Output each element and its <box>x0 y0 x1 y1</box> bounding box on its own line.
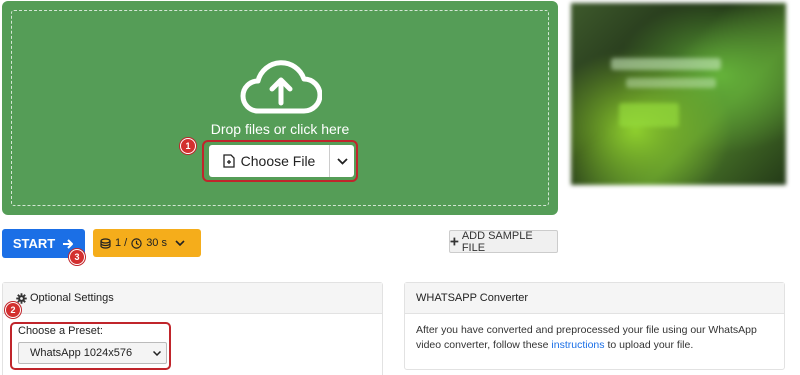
step-badge-2: 2 <box>5 302 21 318</box>
duration-limit-value: 30 s <box>146 237 167 249</box>
add-sample-file-label: ADD SAMPLE FILE <box>461 229 533 254</box>
cloud-upload-icon <box>240 60 322 114</box>
instructions-link[interactable]: instructions <box>551 339 604 351</box>
preview-blur-shape <box>626 78 716 88</box>
preset-highlight <box>10 322 171 370</box>
converter-info-header: WHATSAPP Converter <box>405 283 784 314</box>
gear-icon <box>16 292 27 304</box>
add-sample-file-button[interactable]: ADD SAMPLE FILE <box>449 229 558 254</box>
optional-settings-header[interactable]: Optional Settings <box>3 283 382 314</box>
preview-thumbnail <box>571 3 786 185</box>
preview-blur-shape <box>619 103 679 127</box>
converter-title: WHATSAPP Converter <box>416 292 529 304</box>
converter-text-after: to upload your file. <box>607 339 694 351</box>
limit-separator: / <box>124 237 128 249</box>
file-limit-value: 1 <box>115 237 122 249</box>
database-icon <box>100 237 111 249</box>
arrow-right-icon <box>63 238 74 249</box>
choose-file-highlight <box>202 140 358 182</box>
clock-icon <box>131 237 142 249</box>
converter-description: After you have converted and preprocesse… <box>416 323 768 353</box>
limits-dropdown[interactable]: 1 / 30 s <box>93 229 201 257</box>
drop-files-text: Drop files or click here <box>210 121 350 137</box>
optional-settings-title: Optional Settings <box>30 292 114 304</box>
chevron-down-icon <box>175 240 185 246</box>
plus-icon <box>450 237 459 246</box>
file-drop-zone[interactable]: Drop files or click here Choose File <box>2 1 558 215</box>
converter-info-panel: WHATSAPP Converter After you have conver… <box>404 282 785 370</box>
preview-blur-shape <box>611 58 721 70</box>
step-badge-3: 3 <box>69 249 85 265</box>
start-label: START <box>12 236 56 251</box>
step-badge-1: 1 <box>180 138 196 154</box>
